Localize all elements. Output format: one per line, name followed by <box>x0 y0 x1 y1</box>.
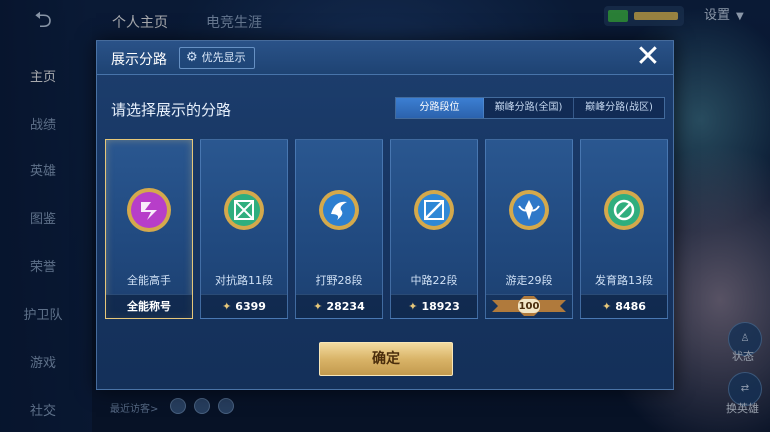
card-label: 打野28段 <box>315 274 363 287</box>
card-footer: 100 <box>486 294 572 318</box>
dialog-subtitle: 请选择展示的分路 <box>111 101 232 119</box>
card-label: 游走29段 <box>505 274 553 287</box>
rank-points-icon: ✦ <box>222 300 232 313</box>
dialog-title: 展示分路 <box>111 52 167 68</box>
lane-card-roam[interactable]: 游走29段 100 <box>485 139 573 319</box>
lane-card-mid[interactable]: 中路22段 ✦ 18923 <box>390 139 478 319</box>
all-round-badge-icon <box>127 188 171 232</box>
priority-display-button[interactable]: ⚙ 优先显示 <box>179 47 255 69</box>
lane-type-tabs: 分路段位 巅峰分路(全国) 巅峰分路(战区) <box>395 97 665 119</box>
priority-display-label: 优先显示 <box>201 51 246 64</box>
card-footer: ✦ 6399 <box>201 294 287 318</box>
card-label: 对抗路11段 <box>215 274 273 287</box>
clash-lane-badge-icon <box>224 190 264 230</box>
roam-badge-icon <box>509 190 549 230</box>
rank-points-icon: ✦ <box>408 300 418 313</box>
dialog-header: 展示分路 ⚙ 优先显示 ✕ <box>97 41 673 75</box>
tab-peak-national[interactable]: 巅峰分路(全国) <box>484 98 574 118</box>
card-label: 中路22段 <box>410 274 458 287</box>
card-footer-value: 28234 <box>326 300 365 313</box>
card-label: 全能高手 <box>127 274 171 287</box>
card-label: 发育路13段 <box>595 274 653 287</box>
tab-lane-rank[interactable]: 分路段位 <box>396 98 484 118</box>
rank-points-icon: ✦ <box>313 300 323 313</box>
rank-points-icon: ✦ <box>602 300 612 313</box>
lane-card-jungle[interactable]: 打野28段 ✦ 28234 <box>295 139 383 319</box>
card-footer: ✦ 28234 <box>296 294 382 318</box>
lane-display-dialog: 展示分路 ⚙ 优先显示 ✕ 请选择展示的分路 分路段位 巅峰分路(全国) 巅峰分… <box>96 40 674 390</box>
tab-peak-region[interactable]: 巅峰分路(战区) <box>574 98 664 118</box>
lane-card-all-round[interactable]: 全能高手 全能称号 <box>105 139 193 319</box>
gear-icon: ⚙ <box>186 50 198 65</box>
card-footer-value: 18923 <box>421 300 460 313</box>
card-footer: 全能称号 <box>106 294 192 318</box>
roam-rank-value: 100 <box>518 301 540 312</box>
farm-lane-badge-icon <box>604 190 644 230</box>
lane-card-clash[interactable]: 对抗路11段 ✦ 6399 <box>200 139 288 319</box>
confirm-button[interactable]: 确定 <box>319 342 453 376</box>
mid-lane-badge-icon <box>414 190 454 230</box>
card-footer: ✦ 8486 <box>581 294 667 318</box>
card-footer: ✦ 18923 <box>391 294 477 318</box>
lane-card-farm[interactable]: 发育路13段 ✦ 8486 <box>580 139 668 319</box>
card-footer-value: 8486 <box>615 300 646 313</box>
jungle-badge-icon <box>319 190 359 230</box>
card-footer-value: 6399 <box>235 300 266 313</box>
close-icon[interactable]: ✕ <box>633 42 663 73</box>
card-footer-value: 全能称号 <box>127 300 171 313</box>
